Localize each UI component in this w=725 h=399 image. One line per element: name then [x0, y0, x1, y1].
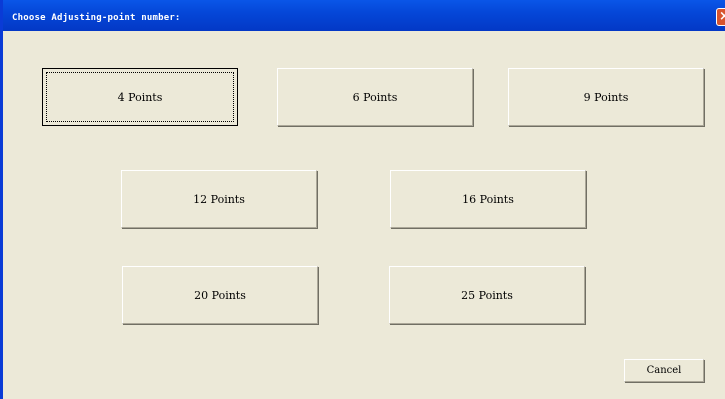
close-icon: × — [719, 9, 725, 24]
six-points-button[interactable]: 6 Points — [277, 68, 473, 126]
dialog-window: Choose Adjusting-point number: × 4 Point… — [0, 0, 725, 399]
button-label: 12 Points — [193, 192, 245, 206]
title-bar[interactable]: Choose Adjusting-point number: × — [3, 0, 725, 31]
button-label: Cancel — [646, 365, 682, 376]
button-label: 25 Points — [461, 288, 513, 302]
twenty-five-points-button[interactable]: 25 Points — [389, 266, 585, 324]
twenty-points-button[interactable]: 20 Points — [122, 266, 318, 324]
twelve-points-button[interactable]: 12 Points — [121, 170, 317, 228]
cancel-button[interactable]: Cancel — [624, 359, 704, 382]
nine-points-button[interactable]: 9 Points — [508, 68, 704, 126]
sixteen-points-button[interactable]: 16 Points — [390, 170, 586, 228]
button-label: 16 Points — [462, 192, 514, 206]
button-label: 9 Points — [583, 90, 629, 104]
four-points-button[interactable]: 4 Points — [42, 68, 238, 126]
button-label: 20 Points — [194, 288, 246, 302]
button-label: 6 Points — [352, 90, 398, 104]
dialog-title: Choose Adjusting-point number: — [12, 13, 181, 23]
button-label: 4 Points — [117, 90, 163, 104]
close-button[interactable]: × — [716, 8, 725, 26]
